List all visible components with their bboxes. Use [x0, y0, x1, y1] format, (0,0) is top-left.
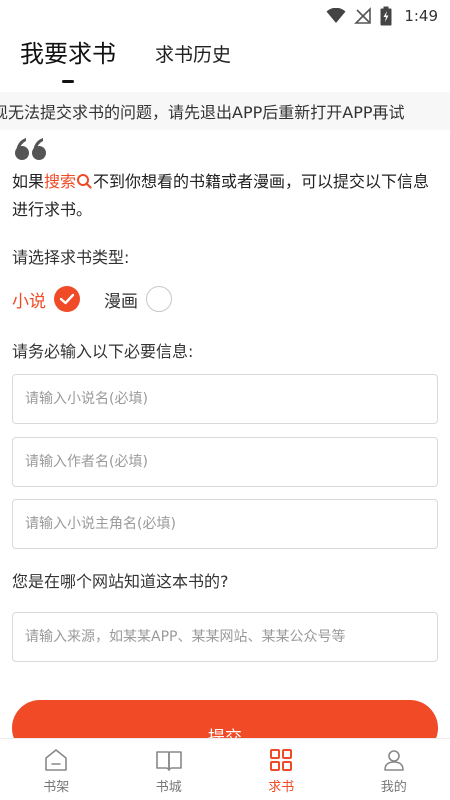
- profile-icon: [383, 750, 404, 771]
- status-time: 1:49: [404, 7, 438, 25]
- notice-text: 现无法提交求书的问题，请先退出APP后重新打开APP再试: [0, 103, 405, 122]
- tab-request-history-label: 求书历史: [155, 44, 232, 66]
- nav-label-request-book: 求书: [268, 780, 295, 795]
- tab-request-book[interactable]: 我要求书: [20, 34, 116, 94]
- no-signal-icon: [354, 7, 372, 24]
- empty-circle-icon[interactable]: [146, 286, 172, 312]
- wifi-icon: [326, 8, 346, 23]
- search-link[interactable]: 搜索: [44, 172, 76, 191]
- tab-active-indicator: [62, 80, 74, 83]
- tab-request-book-label: 我要求书: [20, 40, 116, 68]
- nav-label-book-store: 书城: [155, 780, 182, 795]
- source-section-label: 您是在哪个网站知道这本书的?: [12, 572, 229, 591]
- nav-label-profile: 我的: [380, 780, 407, 795]
- book-store-icon: [155, 751, 182, 771]
- top-tabs: 我要求书 求书历史: [0, 34, 450, 94]
- bookshelf-icon: [45, 749, 68, 771]
- author-name-input[interactable]: [12, 437, 438, 487]
- nav-item-book-store[interactable]: 书城: [113, 739, 226, 800]
- radio-comic-label: 漫画: [104, 291, 138, 312]
- notice-banner: 现无法提交求书的问题，请先退出APP后重新打开APP再试: [0, 92, 450, 130]
- battery-charging-icon: [380, 6, 392, 26]
- tab-request-history[interactable]: 求书历史: [155, 34, 231, 94]
- check-circle-icon[interactable]: [54, 286, 80, 312]
- nav-item-request-book[interactable]: 求书: [225, 739, 338, 800]
- novel-name-input[interactable]: [12, 374, 438, 424]
- radio-novel[interactable]: 小说: [12, 282, 80, 316]
- source-input[interactable]: [12, 612, 438, 662]
- status-bar: 1:49: [0, 0, 450, 32]
- required-section-label: 请务必输入以下必要信息:: [12, 342, 194, 361]
- quote-icon: [15, 138, 46, 160]
- intro-text: 如果搜索 不到你想看的书籍或者漫画，可以提交以下信息进行求书。: [12, 168, 440, 224]
- radio-novel-label: 小说: [12, 291, 46, 312]
- nav-item-bookshelf[interactable]: 书架: [0, 739, 113, 800]
- bottom-nav: 书架 书城 求书 我的: [0, 738, 450, 800]
- protagonist-name-input[interactable]: [12, 499, 438, 549]
- book-type-radio-group: 小说 漫画: [12, 282, 172, 316]
- request-book-icon: [270, 749, 293, 771]
- radio-comic[interactable]: 漫画: [104, 282, 172, 316]
- nav-item-profile[interactable]: 我的: [338, 739, 450, 800]
- intro-prefix: 如果: [12, 172, 45, 191]
- search-icon: [77, 174, 92, 189]
- nav-label-bookshelf: 书架: [43, 780, 70, 795]
- type-section-label: 请选择求书类型:: [12, 248, 130, 267]
